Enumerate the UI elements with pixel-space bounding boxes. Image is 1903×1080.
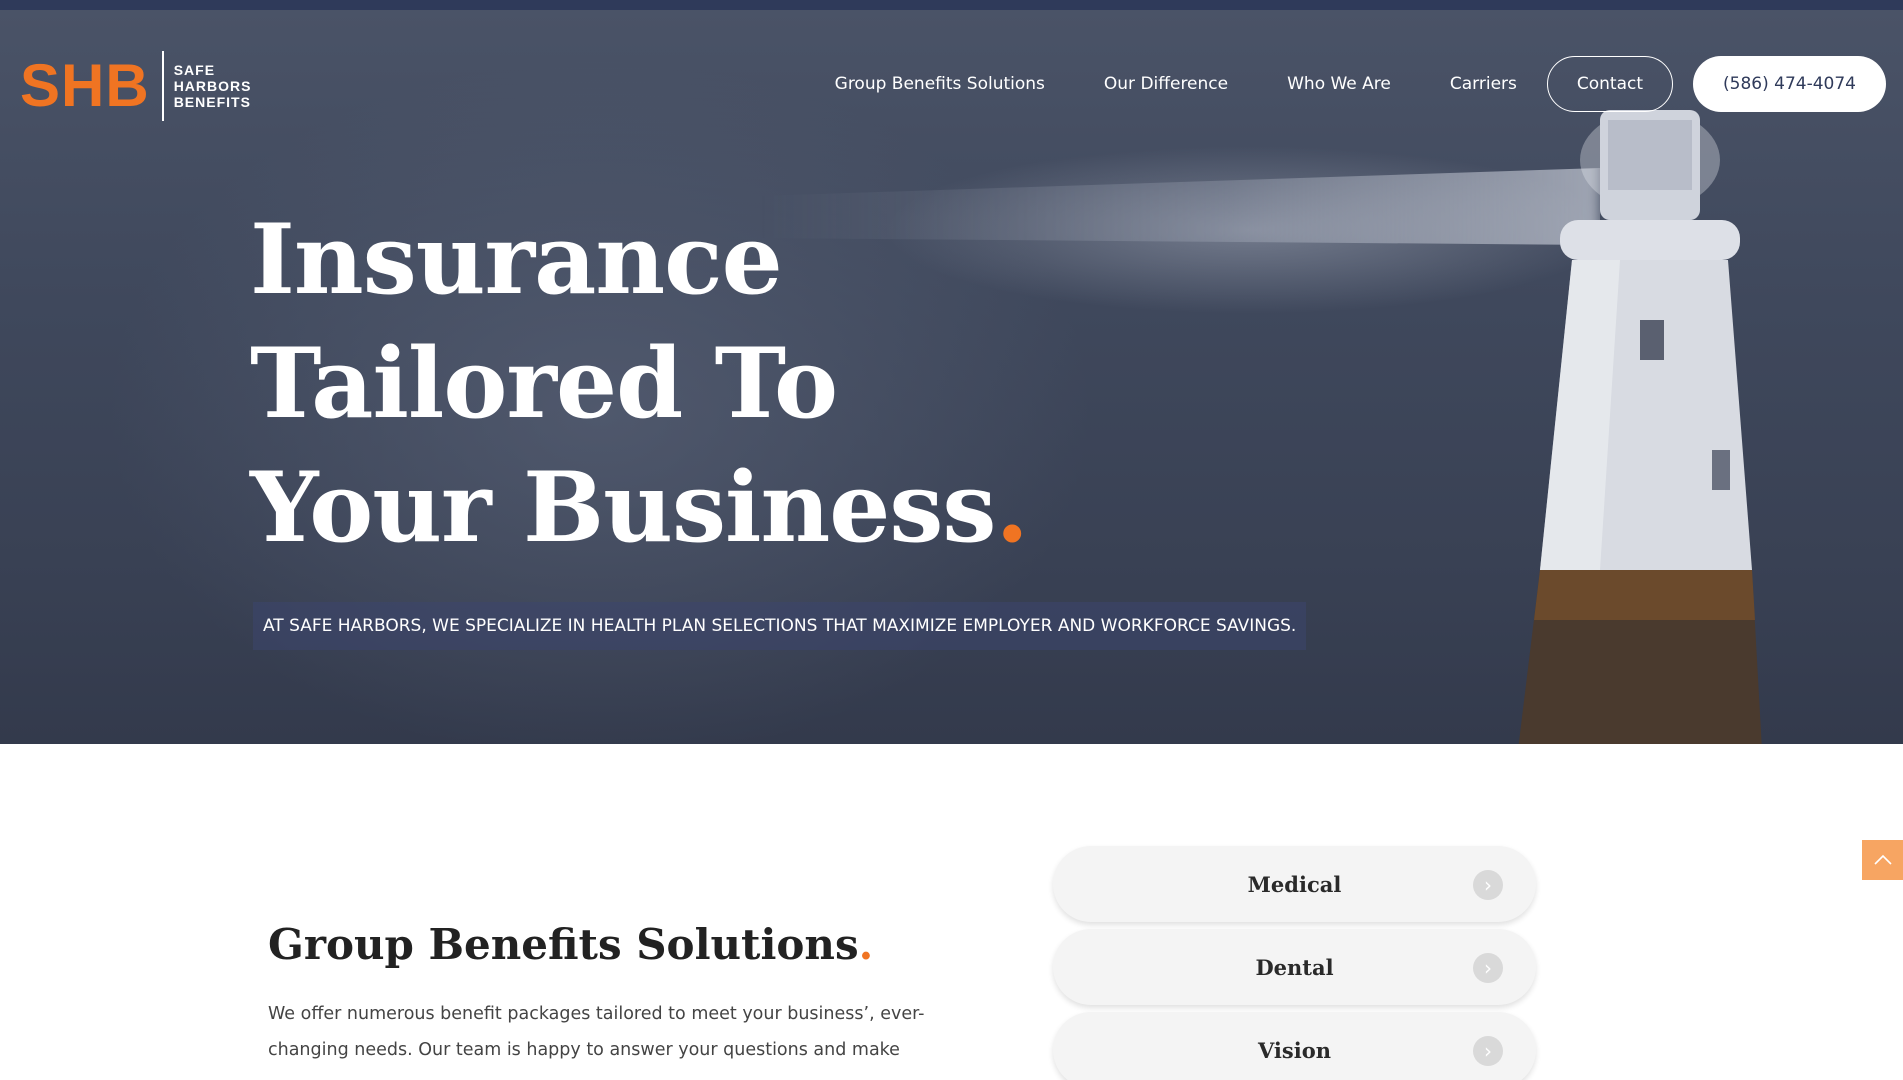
nav-carriers[interactable]: Carriers [1450,74,1517,94]
top-accent-bar [0,0,1903,10]
nav-group-benefits-solutions[interactable]: Group Benefits Solutions [835,74,1045,94]
headline-line-1: Insurance [250,203,783,316]
scroll-to-top-button[interactable] [1862,840,1903,880]
benefit-label: Medical [1247,871,1342,897]
chevron-right-icon: › [1473,953,1503,983]
chevron-right-icon: › [1473,1036,1503,1066]
section-title-text: Group Benefits Solutions [268,920,859,969]
site-logo[interactable]: SHB SAFE HARBORS BENEFITS [20,50,251,122]
logo-line-2: HARBORS [173,78,252,94]
nav-who-we-are[interactable]: Who We Are [1287,74,1391,94]
logo-divider [161,51,164,121]
chevron-right-icon: › [1473,870,1503,900]
hero-section: SHB SAFE HARBORS BENEFITS Group Benefits… [0,10,1903,744]
lighthouse-image [1518,110,1762,744]
benefit-item-dental[interactable]: Dental › [1053,929,1536,1005]
section-body-text: We offer numerous benefit packages tailo… [268,1004,925,1060]
contact-button[interactable]: Contact [1546,56,1674,112]
section-title-dot: . [858,920,874,969]
headline-line-3: Your Business. [250,446,1029,570]
logo-mark: SHB [20,52,150,119]
main-nav: Group Benefits Solutions Our Difference … [835,56,1886,112]
benefit-item-vision[interactable]: Vision › [1053,1012,1536,1080]
chevron-up-icon [1873,854,1892,865]
logo-wordmark: SAFE HARBORS BENEFITS [174,62,252,110]
section-title: Group Benefits Solutions. [268,920,873,969]
hero-tagline: AT SAFE HARBORS, WE SPECIALIZE IN HEALTH… [253,602,1307,650]
headline-line-2: Tailored To [250,327,838,440]
benefit-item-medical[interactable]: Medical › [1053,846,1536,922]
benefit-label: Vision [1258,1037,1331,1063]
phone-button[interactable]: (586) 474-4074 [1693,56,1886,112]
hero-headline: Insurance Tailored To Your Business. [250,198,1029,570]
benefit-label: Dental [1255,954,1334,980]
headline-line-3-text: Your Business [250,451,996,564]
headline-accent-dot: . [995,451,1028,564]
logo-line-1: SAFE [173,62,216,78]
nav-our-difference[interactable]: Our Difference [1104,74,1228,94]
benefits-list: Medical › Dental › Vision › [1053,846,1536,1080]
logo-line-3: BENEFITS [173,94,251,110]
